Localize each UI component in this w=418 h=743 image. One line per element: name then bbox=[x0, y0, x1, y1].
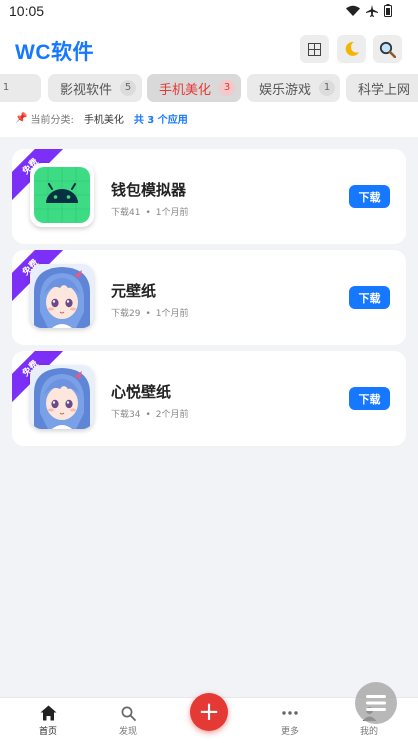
app-meta: 下载34 • 2个月前 bbox=[111, 407, 189, 420]
status-time: 10:05 bbox=[9, 3, 45, 19]
nav-label: 更多 bbox=[280, 727, 299, 737]
tab-count: 1 bbox=[319, 80, 336, 96]
app-name: 钱包模拟器 bbox=[111, 181, 187, 199]
tab-phone-beautify[interactable]: 手机美化 3 bbox=[147, 74, 241, 102]
nav-home[interactable]: 首页 bbox=[18, 702, 78, 737]
download-button[interactable]: 下载 bbox=[349, 387, 390, 410]
category-prefix: 当前分类: bbox=[30, 115, 74, 126]
separator-dot: • bbox=[145, 309, 151, 319]
top-header-area: 10:05 WC软件 1 影视软件 5 手机美化 3 娱乐游戏 1 科学上网 📌… bbox=[0, 0, 418, 137]
battery-icon bbox=[384, 4, 392, 17]
download-button[interactable]: 下载 bbox=[349, 185, 390, 208]
nav-label: 我的 bbox=[359, 727, 378, 737]
status-bar: 10:05 bbox=[0, 0, 418, 26]
anime-avatar-icon bbox=[30, 264, 94, 328]
tab-label: 手机美化 bbox=[159, 82, 212, 98]
tab-count: 1 bbox=[2, 82, 10, 93]
nav-more[interactable]: 更多 bbox=[260, 702, 320, 737]
app-name: 元壁纸 bbox=[111, 282, 157, 300]
app-time: 1个月前 bbox=[155, 309, 189, 319]
floating-menu-button[interactable] bbox=[355, 682, 397, 724]
tab-count: 3 bbox=[219, 80, 236, 96]
category-tabs: 1 影视软件 5 手机美化 3 娱乐游戏 1 科学上网 bbox=[0, 74, 418, 104]
app-card[interactable]: 免费 心悦壁纸 下载34 • 2个月前 下载 bbox=[12, 351, 406, 446]
tab-partial[interactable]: 1 bbox=[0, 74, 41, 102]
category-info: 📌 当前分类: 手机美化 共 3 个应用 bbox=[15, 111, 188, 126]
app-downloads: 下载29 bbox=[111, 309, 141, 319]
grid-view-button[interactable] bbox=[300, 35, 329, 63]
app-time: 1个月前 bbox=[155, 208, 189, 218]
wifi-icon bbox=[346, 5, 360, 16]
separator-dot: • bbox=[145, 208, 151, 218]
category-count: 共 3 个应用 bbox=[133, 115, 188, 126]
anime-avatar-icon bbox=[30, 365, 94, 429]
android-icon bbox=[34, 167, 90, 223]
nav-label: 首页 bbox=[38, 727, 57, 737]
home-icon bbox=[18, 702, 78, 724]
search-button[interactable] bbox=[373, 35, 402, 63]
app-card[interactable]: 免费 钱包模拟器 下载41 • 1个月前 下载 bbox=[12, 149, 406, 244]
app-icon-wrapper bbox=[30, 365, 94, 429]
app-title: WC软件 bbox=[15, 41, 94, 64]
grid-icon bbox=[308, 42, 321, 56]
app-meta: 下载41 • 1个月前 bbox=[111, 205, 189, 218]
search-icon bbox=[98, 702, 158, 724]
airplane-icon bbox=[366, 4, 378, 17]
tab-label: 科学上网 bbox=[358, 82, 411, 98]
tab-video-apps[interactable]: 影视软件 5 bbox=[48, 74, 142, 102]
tab-label: 娱乐游戏 bbox=[259, 82, 312, 98]
tab-entertainment-games[interactable]: 娱乐游戏 1 bbox=[247, 74, 340, 102]
moon-icon bbox=[345, 41, 359, 56]
more-icon bbox=[260, 702, 320, 724]
pin-icon: 📌 bbox=[15, 113, 28, 124]
dark-mode-button[interactable] bbox=[337, 35, 366, 63]
app-name: 心悦壁纸 bbox=[111, 383, 172, 401]
app-card[interactable]: 免费 元壁纸 下载29 • 1个月前 下载 bbox=[12, 250, 406, 345]
app-downloads: 下载41 bbox=[111, 208, 141, 218]
menu-icon bbox=[366, 695, 386, 711]
app-icon-wrapper bbox=[30, 264, 94, 328]
tab-label: 影视软件 bbox=[60, 82, 113, 98]
tab-count: 5 bbox=[120, 80, 137, 96]
search-icon bbox=[379, 41, 396, 58]
status-icons bbox=[346, 4, 392, 17]
tab-science-internet[interactable]: 科学上网 bbox=[346, 74, 418, 102]
app-time: 2个月前 bbox=[155, 410, 189, 420]
nav-label: 发现 bbox=[118, 727, 137, 737]
category-selected: 手机美化 bbox=[83, 115, 124, 126]
nav-discover[interactable]: 发现 bbox=[98, 702, 158, 737]
app-downloads: 下载34 bbox=[111, 410, 141, 420]
app-meta: 下载29 • 1个月前 bbox=[111, 306, 189, 319]
app-icon-wrapper bbox=[30, 163, 94, 227]
separator-dot: • bbox=[145, 410, 151, 420]
add-button[interactable]: + bbox=[190, 693, 228, 731]
download-button[interactable]: 下载 bbox=[349, 286, 390, 309]
